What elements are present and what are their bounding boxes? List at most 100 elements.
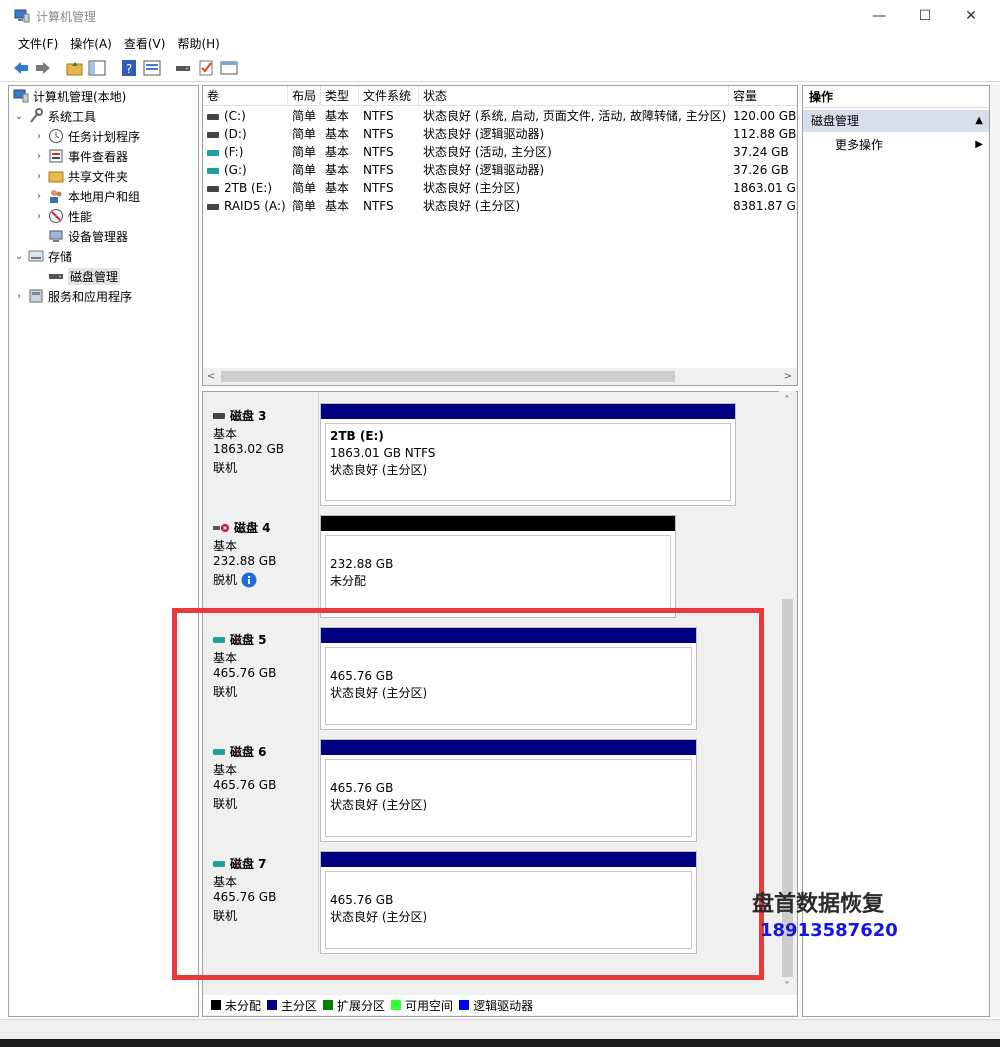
collapse-triangle-icon[interactable]: ▲ <box>975 110 983 132</box>
menu-view[interactable]: 查看(V) <box>118 32 172 54</box>
scroll-up-icon[interactable]: ˄ <box>780 393 794 408</box>
hard-disk-icon <box>207 131 219 138</box>
legend-swatch <box>267 1000 278 1010</box>
clock-icon <box>49 129 63 143</box>
column-header-volume[interactable]: 卷 <box>203 86 288 106</box>
actions-title: 操作 <box>803 86 989 108</box>
table-row[interactable]: (G:) 简单 基本 NTFS 状态良好 (逻辑驱动器) 37.26 GB <box>203 161 797 179</box>
column-header-layout[interactable]: 布局 <box>288 86 321 106</box>
performance-icon <box>49 209 63 223</box>
table-row[interactable]: (F:) 简单 基本 NTFS 状态良好 (活动, 主分区) 37.24 GB <box>203 143 797 161</box>
removable-disk-icon <box>213 748 225 755</box>
up-folder-icon[interactable] <box>66 59 84 77</box>
legend-item: 逻辑驱动器 <box>455 997 533 1014</box>
shared-folder-icon <box>48 171 64 183</box>
table-row[interactable]: (C:) 简单 基本 NTFS 状态良好 (系统, 启动, 页面文件, 活动, … <box>203 107 797 125</box>
tree-item-shared-folders[interactable]: › 共享文件夹 <box>33 166 128 186</box>
legend-swatch <box>323 1000 334 1010</box>
maximize-button[interactable]: ☐ <box>902 0 948 32</box>
watermark-phone: 18913587620 <box>760 920 898 941</box>
removable-disk-icon <box>207 149 219 156</box>
scroll-down-icon[interactable]: ˅ <box>780 979 794 994</box>
hard-disk-icon <box>207 185 219 192</box>
column-header-status[interactable]: 状态 <box>419 86 729 106</box>
toolbar: ? <box>0 54 1000 82</box>
scroll-left-icon[interactable]: < <box>204 369 218 384</box>
tree-item-services-apps[interactable]: › 服务和应用程序 <box>13 286 132 306</box>
tree-item-local-users[interactable]: › 本地用户和组 <box>33 186 140 206</box>
submenu-arrow-icon: ▶ <box>975 139 983 150</box>
properties-icon[interactable] <box>143 59 161 77</box>
show-hide-tree-icon[interactable] <box>88 59 106 77</box>
watermark: 盘首数据恢复 18913587620 <box>752 892 898 944</box>
offline-disk-icon <box>213 523 229 532</box>
column-header-capacity[interactable]: 容量 <box>729 86 797 106</box>
device-manager-icon <box>49 230 63 242</box>
help-icon[interactable]: ? <box>120 59 138 77</box>
table-row[interactable]: (D:) 简单 基本 NTFS 状态良好 (逻辑驱动器) 112.88 GB <box>203 125 797 143</box>
legend-swatch <box>211 1000 221 1010</box>
checklist-icon[interactable] <box>197 59 215 77</box>
scroll-right-icon[interactable]: > <box>781 369 795 384</box>
menu-file[interactable]: 文件(F) <box>12 32 64 54</box>
partition-block[interactable]: 465.76 GB 状态良好 (主分区) <box>320 851 697 954</box>
tree-item-device-manager[interactable]: 设备管理器 <box>33 226 128 246</box>
volume-list: 卷 布局 类型 文件系统 状态 容量 (C:) 简单 基本 NTFS 状态良好 … <box>202 85 798 386</box>
window-title: 计算机管理 <box>36 10 97 24</box>
legend-swatch <box>391 1000 402 1010</box>
expand-chevron-icon[interactable]: › <box>33 191 45 202</box>
disk-info-3[interactable]: 磁盘 3 基本 1863.02 GB 联机 <box>203 392 319 504</box>
expand-chevron-icon[interactable]: › <box>33 131 45 142</box>
back-arrow-icon[interactable] <box>12 59 30 77</box>
tree-item-disk-management[interactable]: 磁盘管理 <box>33 266 121 286</box>
partition-legend: 未分配 主分区 扩展分区 可用空间 逻辑驱动器 <box>203 995 797 1015</box>
expand-chevron-icon[interactable]: ⌄ <box>13 251 25 262</box>
expand-chevron-icon[interactable]: › <box>13 291 25 302</box>
column-header-type[interactable]: 类型 <box>321 86 359 106</box>
minimize-button[interactable]: — <box>856 0 902 32</box>
more-actions-item[interactable]: 更多操作 ▶ <box>835 136 985 154</box>
partition-block[interactable]: 465.76 GB 状态良好 (主分区) <box>320 739 697 842</box>
tree-item-performance[interactable]: › 性能 <box>33 206 92 226</box>
legend-item: 扩展分区 <box>319 997 385 1014</box>
removable-disk-icon <box>213 860 225 867</box>
tree-item-task-scheduler[interactable]: › 任务计划程序 <box>33 126 140 146</box>
computer-management-icon <box>13 89 29 103</box>
legend-item: 可用空间 <box>387 997 453 1014</box>
expand-chevron-icon[interactable]: › <box>33 211 45 222</box>
status-bar <box>0 1019 1000 1039</box>
disk-info-7[interactable]: 磁盘 7 基本 465.76 GB 联机 <box>203 840 319 952</box>
tree-item-event-viewer[interactable]: › 事件查看器 <box>33 146 128 166</box>
expand-chevron-icon[interactable]: › <box>33 171 45 182</box>
console-window-icon[interactable] <box>220 59 238 77</box>
scrollbar-thumb[interactable] <box>221 371 675 382</box>
info-icon[interactable] <box>241 572 257 588</box>
actions-section-disk-management[interactable]: 磁盘管理 ▲ <box>803 110 989 132</box>
disk-info-4[interactable]: 磁盘 4 基本 232.88 GB 脱机 <box>203 504 319 616</box>
tree-item-system-tools[interactable]: ⌄ 系统工具 <box>13 106 96 126</box>
partition-block[interactable]: 232.88 GB 未分配 <box>320 515 676 618</box>
disk-tool-icon[interactable] <box>174 59 192 77</box>
partition-block[interactable]: 2TB (E:) 1863.01 GB NTFS 状态良好 (主分区) <box>320 403 736 506</box>
menu-help[interactable]: 帮助(H) <box>171 32 225 54</box>
forward-arrow-icon[interactable] <box>34 59 52 77</box>
table-row[interactable]: RAID5 (A:) 简单 基本 NTFS 状态良好 (主分区) 8381.87… <box>203 197 797 215</box>
expand-chevron-icon[interactable]: › <box>33 151 45 162</box>
partition-bar-primary <box>321 740 696 755</box>
expand-chevron-icon[interactable]: ⌄ <box>13 111 25 122</box>
disk-info-5[interactable]: 磁盘 5 基本 465.76 GB 联机 <box>203 616 319 728</box>
tree-root-label: 计算机管理(本地) <box>33 89 127 104</box>
services-icon <box>29 289 43 303</box>
taskbar-edge <box>0 1039 1000 1047</box>
partition-bar-unallocated <box>321 516 675 531</box>
tree-item-storage[interactable]: ⌄ 存储 <box>13 246 72 266</box>
horizontal-scrollbar[interactable]: < > <box>203 368 797 385</box>
disk-info-6[interactable]: 磁盘 6 基本 465.76 GB 联机 <box>203 728 319 840</box>
tree-root[interactable]: 计算机管理(本地) <box>13 86 126 106</box>
column-header-filesystem[interactable]: 文件系统 <box>359 86 419 106</box>
menu-action[interactable]: 操作(A) <box>64 32 118 54</box>
table-row[interactable]: 2TB (E:) 简单 基本 NTFS 状态良好 (主分区) 1863.01 G… <box>203 179 797 197</box>
close-button[interactable]: ✕ <box>948 0 994 32</box>
disk-graphical-view: 磁盘 3 基本 1863.02 GB 联机 2TB (E:) 1863.01 G… <box>202 391 798 1017</box>
partition-block[interactable]: 465.76 GB 状态良好 (主分区) <box>320 627 697 730</box>
